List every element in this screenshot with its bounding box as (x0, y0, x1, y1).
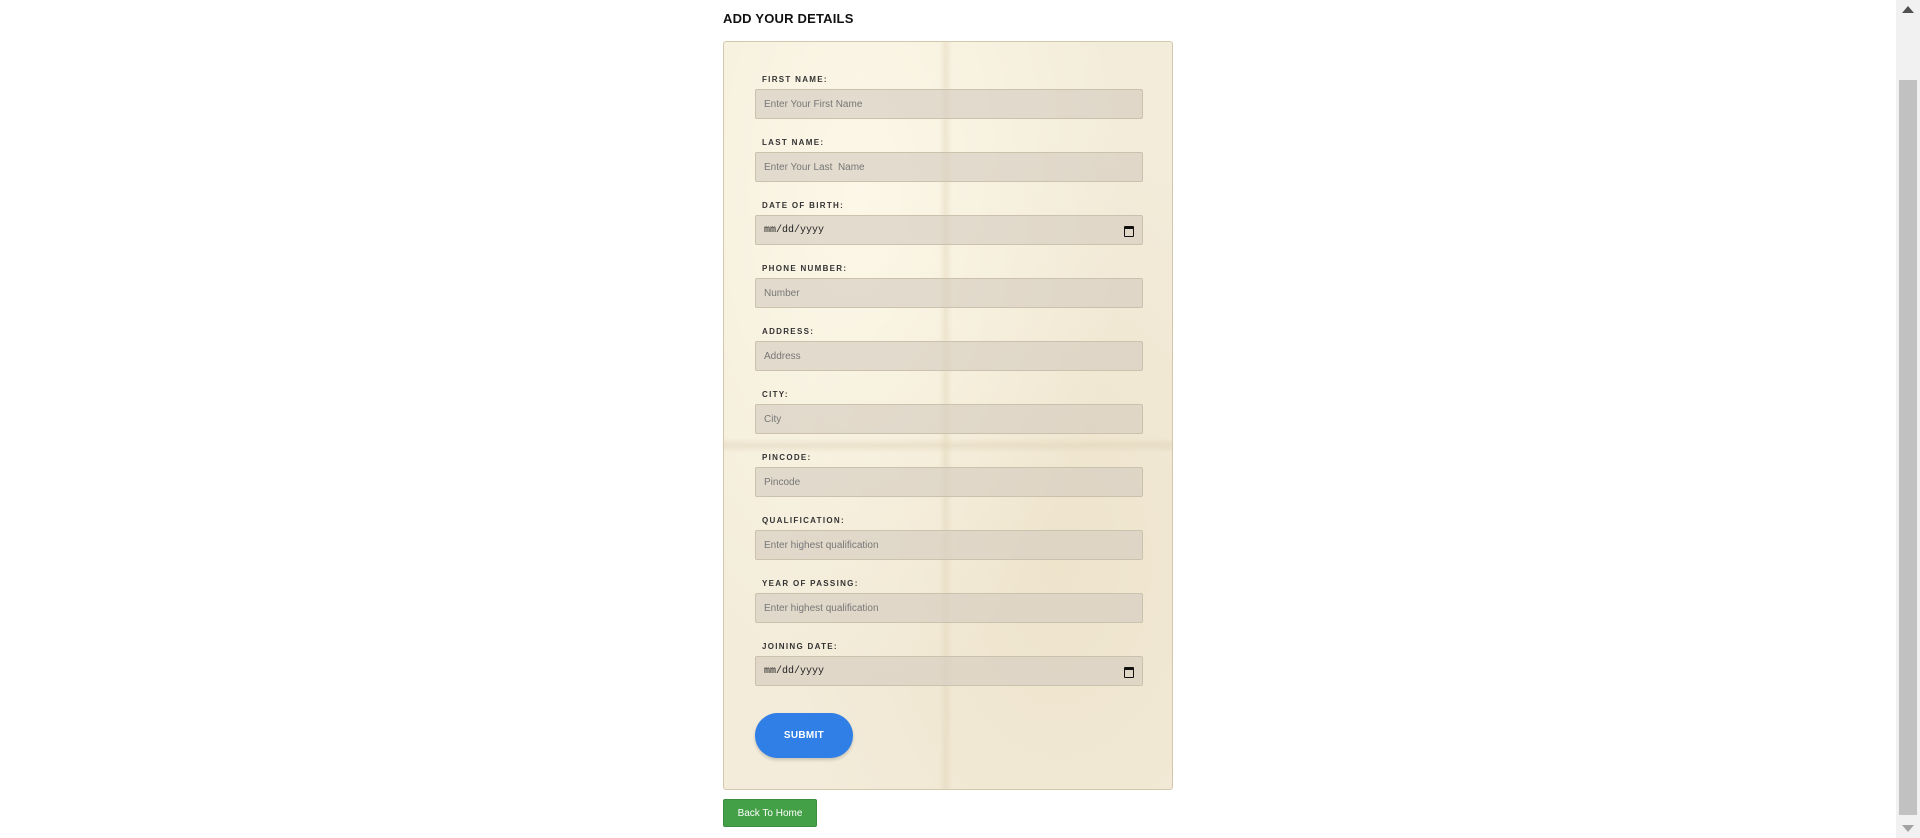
joining-date-label: JOINING DATE: (762, 642, 838, 651)
joining-date-value: mm/dd/yyyy (764, 665, 825, 677)
pincode-input[interactable]: Pincode (755, 467, 1143, 497)
date-of-birth-value: mm/dd/yyyy (764, 224, 825, 236)
scroll-up-arrow-icon[interactable] (1902, 6, 1914, 13)
first-name-label: FIRST NAME: (762, 75, 828, 84)
date-of-birth-input[interactable]: mm/dd/yyyy (755, 215, 1143, 245)
details-form: FIRST NAME: Enter Your First Name LAST N… (723, 41, 1173, 790)
vertical-scrollbar[interactable] (1896, 0, 1920, 838)
pincode-label: PINCODE: (762, 453, 812, 462)
first-name-placeholder: Enter Your First Name (764, 98, 863, 110)
phone-number-label: PHONE NUMBER: (762, 264, 848, 273)
city-label: CITY: (762, 390, 789, 399)
last-name-placeholder: Enter Your Last Name (764, 161, 865, 173)
submit-row: SUBMIT (755, 713, 1141, 758)
last-name-label: LAST NAME: (762, 138, 825, 147)
first-name-input[interactable]: Enter Your First Name (755, 89, 1143, 119)
phone-number-field: PHONE NUMBER: Number (755, 263, 1143, 326)
last-name-input[interactable]: Enter Your Last Name (755, 152, 1143, 182)
date-of-birth-field: DATE OF BIRTH: mm/dd/yyyy (755, 200, 1143, 263)
main-content: ADD YOUR DETAILS FIRST NAME: Enter Your … (723, 0, 1173, 827)
page: ADD YOUR DETAILS FIRST NAME: Enter Your … (0, 0, 1920, 838)
city-field: CITY: City (755, 389, 1143, 452)
qualification-input[interactable]: Enter highest qualification (755, 530, 1143, 560)
phone-number-input[interactable]: Number (755, 278, 1143, 308)
address-input[interactable]: Address (755, 341, 1143, 371)
date-of-birth-label: DATE OF BIRTH: (762, 201, 845, 210)
pincode-placeholder: Pincode (764, 476, 801, 488)
back-to-home-button[interactable]: Back To Home (723, 799, 817, 827)
city-placeholder: City (764, 413, 782, 425)
city-input[interactable]: City (755, 404, 1143, 434)
joining-date-field: JOINING DATE: mm/dd/yyyy (755, 641, 1143, 704)
calendar-icon[interactable] (1124, 225, 1134, 237)
scroll-thumb[interactable] (1899, 80, 1917, 815)
year-of-passing-label: YEAR OF PASSING: (762, 579, 859, 588)
first-name-field: FIRST NAME: Enter Your First Name (755, 74, 1143, 137)
address-field: ADDRESS: Address (755, 326, 1143, 389)
year-of-passing-placeholder: Enter highest qualification (764, 602, 879, 614)
page-title: ADD YOUR DETAILS (723, 11, 854, 26)
address-label: ADDRESS: (762, 327, 815, 336)
scroll-down-arrow-icon[interactable] (1902, 825, 1914, 832)
pincode-field: PINCODE: Pincode (755, 452, 1143, 515)
calendar-icon[interactable] (1124, 666, 1134, 678)
address-placeholder: Address (764, 350, 801, 362)
year-of-passing-field: YEAR OF PASSING: Enter highest qualifica… (755, 578, 1143, 641)
phone-number-placeholder: Number (764, 287, 800, 299)
qualification-placeholder: Enter highest qualification (764, 539, 879, 551)
last-name-field: LAST NAME: Enter Your Last Name (755, 137, 1143, 200)
year-of-passing-input[interactable]: Enter highest qualification (755, 593, 1143, 623)
submit-button[interactable]: SUBMIT (755, 713, 853, 758)
qualification-field: QUALIFICATION: Enter highest qualificati… (755, 515, 1143, 578)
joining-date-input[interactable]: mm/dd/yyyy (755, 656, 1143, 686)
qualification-label: QUALIFICATION: (762, 516, 845, 525)
